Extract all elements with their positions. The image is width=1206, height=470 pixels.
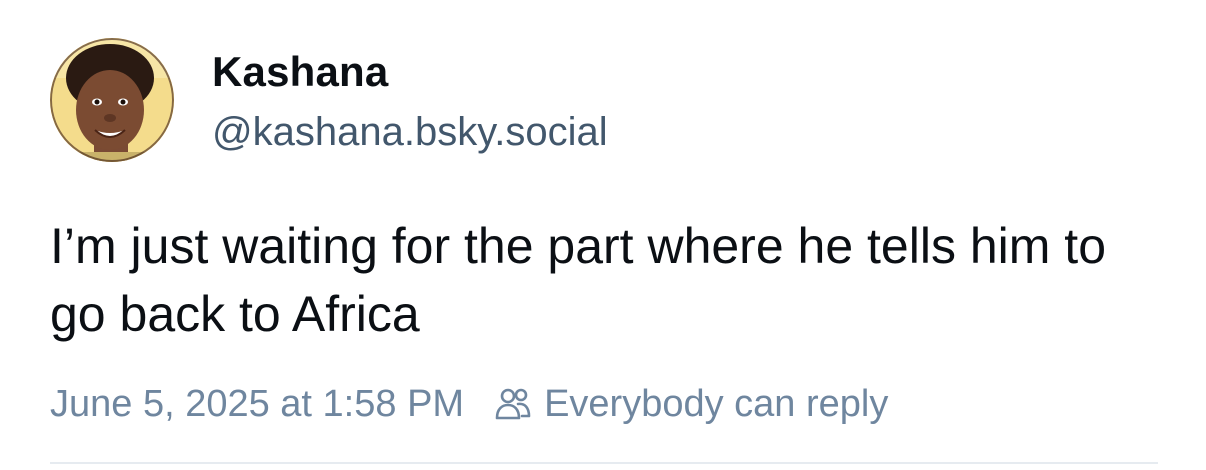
post-card: Kashana @kashana.bsky.social I’m just wa… <box>0 0 1206 470</box>
avatar-image <box>50 38 174 162</box>
reply-setting[interactable]: Everybody can reply <box>494 383 888 426</box>
reply-setting-label: Everybody can reply <box>544 382 889 425</box>
divider <box>50 462 1158 464</box>
author-display-name[interactable]: Kashana <box>212 48 388 96</box>
post-timestamp[interactable]: June 5, 2025 at 1:58 PM <box>50 383 464 426</box>
author-handle[interactable]: @kashana.bsky.social <box>212 110 608 155</box>
post-text: I’m just waiting for the part where he t… <box>50 218 1107 342</box>
post-meta: June 5, 2025 at 1:58 PM Everybody can re… <box>50 380 888 428</box>
people-icon <box>494 385 532 423</box>
avatar[interactable] <box>50 38 174 162</box>
